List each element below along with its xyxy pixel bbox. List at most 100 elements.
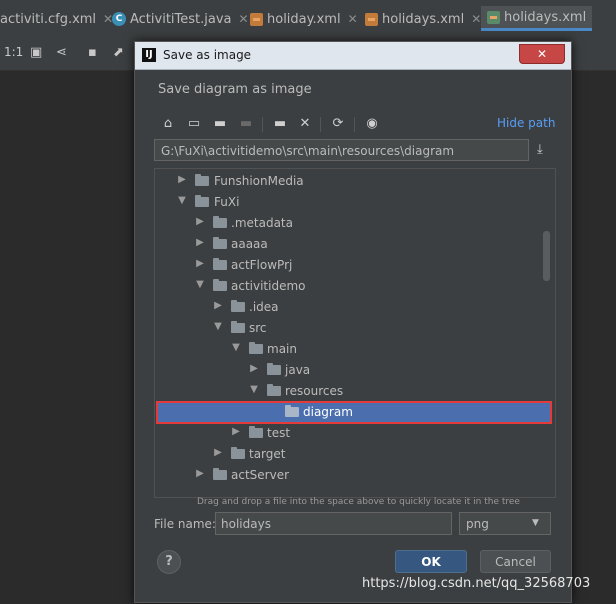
tree-item[interactable]: ▶ .metadata	[155, 213, 555, 234]
folder-icon	[231, 300, 245, 312]
java-class-icon: C	[112, 12, 126, 26]
help-button[interactable]: ?	[157, 550, 181, 574]
save-as-image-dialog: IJ Save as image ✕ Save diagram as image…	[134, 41, 572, 603]
tree-item[interactable]: ▶ target	[155, 444, 555, 465]
editor-tab[interactable]: holidays.xml ✕	[365, 8, 481, 30]
toolbar-separator	[320, 117, 321, 132]
chevron-down-icon: ▼	[532, 518, 539, 528]
editor-tab[interactable]: holiday.xml ✕	[250, 8, 358, 30]
tree-item-label: main	[267, 342, 297, 356]
refresh-icon[interactable]: ⟳	[329, 115, 347, 133]
export-icon[interactable]: ⬈	[113, 45, 124, 60]
collapse-arrow-icon[interactable]: ▼	[177, 196, 187, 206]
tree-item[interactable]: ▼ resources	[155, 381, 555, 402]
collapse-arrow-icon[interactable]: ▼	[195, 280, 205, 290]
tree-item[interactable]: ▶ FunshionMedia	[155, 171, 555, 192]
expand-arrow-icon[interactable]: ▶	[231, 427, 241, 437]
tree-item[interactable]: ▶ java	[155, 360, 555, 381]
share-icon[interactable]: ⋖	[56, 45, 67, 60]
tree-item[interactable]: ▼ src	[155, 318, 555, 339]
desktop-icon[interactable]: ▭	[185, 115, 203, 133]
tree-item[interactable]: ▶ actServer	[155, 465, 555, 486]
collapse-arrow-icon[interactable]: ▼	[231, 343, 241, 353]
editor-tab[interactable]: activiti.cfg.xml ✕	[0, 8, 113, 30]
folder-icon	[285, 405, 299, 417]
tree-item[interactable]: ▶ .idea	[155, 297, 555, 318]
hide-path-link[interactable]: Hide path	[497, 116, 555, 130]
tree-item-label: target	[249, 447, 286, 461]
expand-arrow-icon[interactable]: ▶	[213, 448, 223, 458]
drag-drop-hint: Drag and drop a file into the space abov…	[197, 497, 520, 507]
tab-label: ActivitiTest.java	[130, 11, 232, 27]
tree-item[interactable]: ▶ test	[155, 423, 555, 444]
expand-arrow-icon[interactable]: ▶	[177, 175, 187, 185]
folder-icon	[213, 258, 227, 270]
folder-tree[interactable]: ▶ FunshionMedia ▼ FuXi ▶ .metadata ▶ aaa…	[154, 168, 556, 498]
tree-item-label: .metadata	[231, 216, 293, 230]
tree-item[interactable]: ▶ aaaaa	[155, 234, 555, 255]
file-name-label: File name:	[154, 517, 216, 531]
editor-tab-active[interactable]: holidays.xml	[481, 6, 593, 31]
close-icon[interactable]: ✕	[239, 12, 249, 26]
tree-item-label: FunshionMedia	[214, 174, 304, 188]
file-name-input[interactable]: holidays	[215, 512, 452, 535]
tree-item-label: test	[267, 426, 291, 440]
folder-icon	[195, 195, 209, 207]
close-button[interactable]: ✕	[519, 44, 565, 64]
tree-item-selected[interactable]: diagram	[156, 401, 552, 424]
tab-label: holidays.xml	[382, 11, 465, 27]
folder-icon	[267, 384, 281, 396]
folder-icon	[267, 363, 281, 375]
actual-size-button[interactable]: 1:1	[4, 45, 23, 59]
tree-item[interactable]: ▼ FuXi	[155, 192, 555, 213]
new-folder-icon[interactable]: ▬	[271, 115, 289, 133]
tree-item[interactable]: ▼ main	[155, 339, 555, 360]
bpmn-file-icon	[487, 10, 500, 24]
tree-item-label: FuXi	[214, 195, 240, 209]
collapse-arrow-icon[interactable]: ▼	[213, 322, 223, 332]
folder-icon	[213, 237, 227, 249]
close-icon[interactable]: ✕	[348, 12, 358, 26]
tree-item-label: java	[285, 363, 311, 377]
tree-item-label: activitidemo	[231, 279, 306, 293]
toolbar-separator	[354, 117, 355, 132]
cancel-button[interactable]: Cancel	[480, 550, 551, 573]
tree-item[interactable]: ▼ activitidemo	[155, 276, 555, 297]
delete-icon[interactable]: ✕	[296, 115, 314, 133]
watermark: https://blog.csdn.net/qq_32568703	[362, 576, 591, 591]
download-icon[interactable]: ⤓	[537, 142, 543, 157]
fit-content-icon[interactable]: ▣	[30, 45, 42, 60]
tree-item[interactable]: ▶ actFlowPrj	[155, 255, 555, 276]
editor-tab[interactable]: C ActivitiTest.java ✕	[112, 8, 249, 30]
folder-icon	[231, 447, 245, 459]
folder-icon	[195, 174, 209, 186]
close-icon[interactable]: ✕	[471, 12, 481, 26]
folder-icon	[213, 216, 227, 228]
dialog-title-bar[interactable]: IJ Save as image ✕	[135, 42, 571, 70]
project-icon[interactable]: ▬	[211, 115, 229, 133]
path-input[interactable]: G:\FuXi\activitidemo\src\main\resources\…	[154, 139, 529, 161]
xml-file-icon	[365, 12, 378, 26]
expand-arrow-icon[interactable]: ▶	[213, 301, 223, 311]
tab-label: activiti.cfg.xml	[0, 11, 97, 27]
folder-icon	[213, 279, 227, 291]
ok-button[interactable]: OK	[395, 550, 467, 573]
collapse-arrow-icon[interactable]: ▼	[249, 385, 259, 395]
tree-item-label: actServer	[231, 468, 290, 482]
tree-item-label: diagram	[303, 405, 353, 419]
expand-arrow-icon[interactable]: ▶	[195, 238, 205, 248]
expand-arrow-icon[interactable]: ▶	[195, 217, 205, 227]
expand-arrow-icon[interactable]: ▶	[249, 364, 259, 374]
tree-item-label: src	[249, 321, 267, 335]
tab-label: holiday.xml	[267, 11, 341, 27]
save-icon[interactable]: ▪	[88, 45, 97, 60]
show-hidden-icon[interactable]: ◉	[363, 115, 381, 133]
expand-arrow-icon[interactable]: ▶	[195, 259, 205, 269]
expand-arrow-icon[interactable]: ▶	[195, 469, 205, 479]
format-select[interactable]: png ▼	[459, 512, 551, 535]
tree-scrollbar[interactable]	[543, 231, 550, 281]
tab-label: holidays.xml	[504, 9, 587, 25]
xml-file-icon	[250, 12, 263, 26]
home-icon[interactable]: ⌂	[159, 115, 177, 133]
module-icon[interactable]: ▬	[237, 115, 255, 133]
